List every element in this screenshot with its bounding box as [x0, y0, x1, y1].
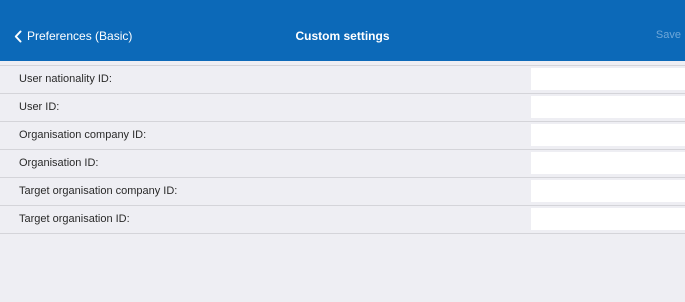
- target-organisation-id-input[interactable]: [531, 208, 685, 230]
- organisation-company-id-input[interactable]: [531, 124, 685, 146]
- field-label: Organisation ID:: [19, 157, 99, 169]
- field-row-target-organisation-id: Target organisation ID:: [0, 206, 685, 234]
- field-row-user-nationality-id: User nationality ID:: [0, 66, 685, 94]
- field-label: Target organisation ID:: [19, 213, 130, 225]
- field-row-user-id: User ID:: [0, 94, 685, 122]
- target-organisation-company-id-input[interactable]: [531, 180, 685, 202]
- field-row-organisation-company-id: Organisation company ID:: [0, 122, 685, 150]
- navigation-bar: Preferences (Basic) Custom settings Save: [0, 0, 685, 61]
- field-label: Organisation company ID:: [19, 129, 147, 141]
- field-row-target-organisation-company-id: Target organisation company ID:: [0, 178, 685, 206]
- user-id-input[interactable]: [531, 96, 685, 118]
- save-button[interactable]: Save: [656, 29, 681, 41]
- field-label: User nationality ID:: [19, 73, 112, 85]
- user-nationality-id-input[interactable]: [531, 68, 685, 90]
- field-label: User ID:: [19, 101, 60, 113]
- custom-settings-form: User nationality ID: User ID: Organisati…: [0, 65, 685, 234]
- organisation-id-input[interactable]: [531, 152, 685, 174]
- field-label: Target organisation company ID:: [19, 185, 178, 197]
- page-title: Custom settings: [295, 29, 390, 43]
- field-row-organisation-id: Organisation ID:: [0, 150, 685, 178]
